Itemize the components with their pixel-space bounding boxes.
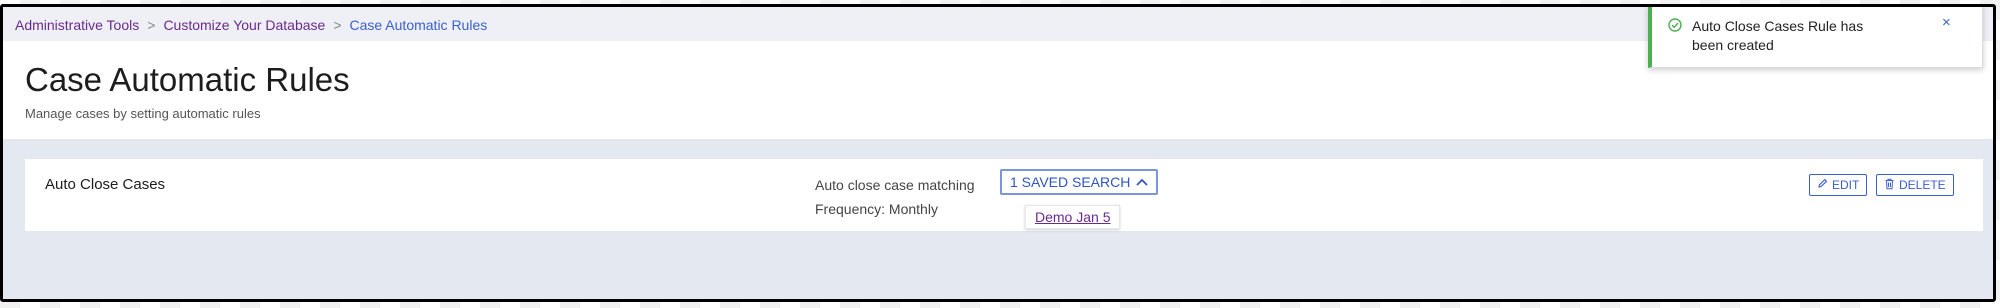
close-icon[interactable]: × [1942,14,1951,31]
trash-icon [1884,178,1895,193]
breadcrumb-separator: > [147,17,156,33]
breadcrumb-separator: > [333,17,342,33]
breadcrumb-item-current[interactable]: Case Automatic Rules [350,17,488,33]
breadcrumb-item-customize-database[interactable]: Customize Your Database [163,17,325,33]
chevron-up-icon [1136,178,1148,186]
edit-label: EDIT [1832,178,1860,192]
saved-search-toggle-button[interactable]: 1 SAVED SEARCH [1000,169,1159,195]
delete-label: DELETE [1899,178,1946,192]
success-toast: Auto Close Cases Rule has been created × [1648,7,1983,68]
pencil-icon [1817,178,1828,192]
toast-message: Auto Close Cases Rule has been created [1692,18,1864,53]
check-circle-icon [1668,18,1682,37]
app-window: Administrative Tools > Customize Your Da… [0,4,1996,302]
page-subtitle: Manage cases by setting automatic rules [25,106,261,121]
rule-frequency: Frequency: Monthly [815,201,938,217]
delete-button[interactable]: DELETE [1876,174,1954,196]
rule-name: Auto Close Cases [45,176,166,193]
saved-search-link[interactable]: Demo Jan 5 [1025,205,1121,229]
rule-card: Auto Close Cases Auto close case matchin… [25,159,1983,231]
saved-search-label: 1 SAVED SEARCH [1010,174,1131,190]
rule-match-label: Auto close case matching [815,177,975,193]
breadcrumb: Administrative Tools > Customize Your Da… [15,17,487,33]
breadcrumb-item-administrative-tools[interactable]: Administrative Tools [15,17,139,33]
page-title: Case Automatic Rules [25,61,350,98]
edit-button[interactable]: EDIT [1809,174,1868,196]
